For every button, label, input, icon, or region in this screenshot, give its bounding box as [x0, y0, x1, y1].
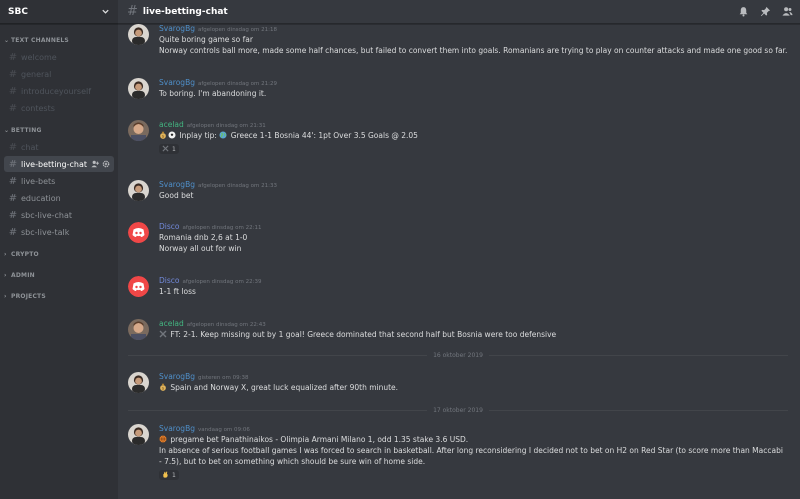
hash-icon: #: [8, 158, 18, 170]
hash-icon: #: [8, 85, 18, 97]
money-bag-icon: $: [159, 131, 167, 139]
message-text: 1-1 ft loss: [159, 287, 196, 296]
channel-live-bets[interactable]: # live-bets: [4, 173, 114, 189]
timestamp: afgelopen dinsdag om 21:29: [197, 81, 277, 87]
channel-education[interactable]: # education: [4, 190, 114, 206]
avatar-svarog[interactable]: [128, 24, 149, 45]
avatar-acelad[interactable]: [128, 120, 149, 141]
avatar-svarog[interactable]: [128, 180, 149, 201]
channel-chat[interactable]: # chat: [4, 139, 114, 155]
hash-icon: #: [8, 192, 18, 204]
message-text: Romania dnb 2,6 at 1-0: [159, 233, 248, 242]
timestamp: afgelopen dinsdag om 21:31: [186, 123, 266, 129]
chevron-down-icon: [100, 7, 110, 17]
hash-icon: #: [8, 209, 18, 221]
caret-down-icon: ⌄: [4, 36, 10, 44]
timestamp: afgelopen dinsdag om 22:39: [182, 279, 262, 285]
timestamp: vandaag om 09:06: [197, 427, 250, 433]
globe-icon: [219, 131, 227, 139]
timestamp: afgelopen dinsdag om 22:11: [182, 225, 262, 231]
avatar-disco[interactable]: [128, 276, 149, 297]
message-text: FT: 2-1. Keep missing out by 1 goal! Gre…: [159, 329, 784, 340]
author-name[interactable]: SvarogBg: [159, 372, 195, 381]
channel-live-betting-chat[interactable]: # live-betting-chat: [4, 156, 114, 172]
timestamp: afgelopen dinsdag om 21:33: [197, 183, 277, 189]
pin-icon[interactable]: [760, 6, 771, 17]
x-mark-icon: [159, 330, 167, 338]
channel-sbc-live-chat[interactable]: # sbc-live-chat: [4, 207, 114, 223]
bell-icon[interactable]: [738, 6, 749, 17]
message-text: Norway all out for win: [159, 244, 242, 253]
message-text: Quite boring game so far: [159, 35, 253, 44]
timestamp: gisteren om 09:38: [197, 375, 249, 381]
category-projects[interactable]: › PROJECTS: [0, 288, 118, 304]
date-divider: 16 oktober 2019: [128, 350, 789, 360]
x-mark-icon: [162, 144, 169, 154]
basketball-icon: [159, 435, 167, 443]
channel-introduceyourself[interactable]: # introduceyourself: [4, 83, 114, 99]
caret-right-icon: ›: [4, 292, 7, 300]
timestamp: afgelopen dinsdag om 22:43: [186, 322, 266, 328]
hash-icon: #: [8, 51, 18, 63]
avatar-disco[interactable]: [128, 222, 149, 243]
caret-right-icon: ›: [4, 250, 7, 258]
members-icon[interactable]: [782, 6, 793, 17]
avatar-svarog[interactable]: [128, 424, 149, 445]
hash-icon: #: [127, 4, 138, 19]
author-name[interactable]: SvarogBg: [159, 78, 195, 87]
category-admin[interactable]: › ADMIN: [0, 267, 118, 283]
channel-sbc-live-talk[interactable]: # sbc-live-talk: [4, 224, 114, 240]
message-text: To boring. I'm abandoning it.: [159, 89, 267, 98]
avatar-svarog[interactable]: [128, 78, 149, 99]
message-text: In absence of serious football games I w…: [159, 446, 783, 466]
hash-icon: #: [8, 175, 18, 187]
channel-title: live-betting-chat: [142, 6, 228, 17]
svg-text:$: $: [162, 134, 164, 138]
invite-icon[interactable]: [91, 160, 99, 168]
caret-right-icon: ›: [4, 271, 7, 279]
hash-icon: #: [8, 226, 18, 238]
avatar-acelad[interactable]: [128, 319, 149, 340]
author-name[interactable]: SvarogBg: [159, 180, 195, 189]
channel-contests[interactable]: # contests: [4, 100, 114, 116]
hash-icon: #: [8, 68, 18, 80]
timestamp: afgelopen dinsdag om 21:18: [197, 27, 277, 33]
author-name[interactable]: Disco: [159, 276, 179, 285]
message-list: SvarogBg afgelopen dinsdag om 21:18 Quite…: [118, 24, 800, 499]
hash-icon: #: [8, 141, 18, 153]
date-divider: 17 oktober 2019: [128, 405, 789, 415]
server-header[interactable]: SBC: [0, 0, 118, 24]
gear-icon[interactable]: [102, 160, 110, 168]
chat-area: # live-betting-chat SvarogBg afgelopen di…: [118, 0, 800, 499]
svg-text:$: $: [162, 386, 164, 390]
message-text: $ Inplay tip: Greece 1-1 Bosnia 44': 1pt…: [159, 130, 784, 141]
discord-window: SBC ⌄ TEXT CHANNELS # welcome # general # i…: [0, 0, 800, 499]
channel-welcome[interactable]: # welcome: [4, 49, 114, 65]
reaction[interactable]: 1: [159, 470, 179, 480]
reaction[interactable]: 1: [159, 144, 179, 154]
caret-down-icon: ⌄: [4, 126, 10, 134]
category-crypto[interactable]: › CRYPTO: [0, 246, 118, 262]
category-betting[interactable]: ⌄ BETTING: [0, 122, 118, 138]
message-text: pregame bet Panathinaikos - Olimpia Arma…: [159, 434, 784, 445]
author-name[interactable]: acelad: [159, 120, 184, 129]
avatar-svarog[interactable]: [128, 372, 149, 393]
channel-general[interactable]: # general: [4, 66, 114, 82]
soccer-ball-icon: [168, 131, 176, 139]
author-name[interactable]: acelad: [159, 319, 184, 328]
author-name[interactable]: SvarogBg: [159, 24, 195, 33]
money-bag-icon: $: [159, 383, 167, 391]
channel-sidebar: SBC ⌄ TEXT CHANNELS # welcome # general # i…: [0, 0, 118, 499]
category-text-channels[interactable]: ⌄ TEXT CHANNELS: [0, 32, 118, 48]
server-name: SBC: [8, 6, 28, 17]
message-text: $ Spain and Norway X, great luck equaliz…: [159, 382, 784, 393]
author-name[interactable]: SvarogBg: [159, 424, 195, 433]
channel-list: ⌄ TEXT CHANNELS # welcome # general # intro…: [0, 24, 118, 304]
hash-icon: #: [8, 102, 18, 114]
author-name[interactable]: Disco: [159, 222, 179, 231]
message-text: Norway controls ball more, made some hal…: [159, 46, 788, 55]
message-text: Good bet: [159, 191, 194, 200]
fingers-crossed-icon: [162, 471, 169, 480]
channel-header: # live-betting-chat: [118, 0, 800, 24]
